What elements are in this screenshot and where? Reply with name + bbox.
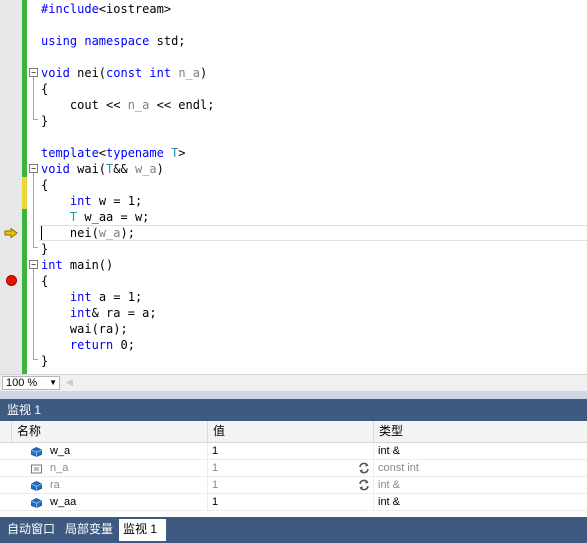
watch-row[interactable]: ra 1 int & [0,477,587,494]
zoom-value: 100 % [6,377,38,389]
column-divider [207,443,208,459]
tab-locals[interactable]: 局部变量 [61,519,118,541]
refresh-icon[interactable] [358,462,370,474]
column-divider [207,494,208,510]
column-header-name[interactable]: 名称 [11,421,207,442]
indicator-margin[interactable] [0,0,22,374]
chevron-down-icon: ▼ [49,378,57,387]
watch-name[interactable]: n_a [50,460,68,476]
fold-line [33,173,34,247]
breakpoint-icon[interactable] [6,275,17,286]
scroll-left-icon[interactable]: ◀ [66,377,73,388]
zoom-dropdown[interactable]: 100 % ▼ [2,376,60,390]
text-caret [41,226,42,240]
code-line[interactable]: nei(w_a); [41,225,135,241]
code-line[interactable]: } [41,241,48,257]
code-line[interactable]: template<typename T> [41,145,186,161]
watch-value[interactable]: 1 [212,443,218,459]
collapse-toggle-wai[interactable]: − [29,164,38,173]
watch-value[interactable]: 1 [212,494,218,510]
editor-status-strip: 100 % ▼ ◀ [0,374,587,391]
fold-line [33,77,34,119]
instruction-pointer-arrow-icon [4,228,18,238]
code-line[interactable]: { [41,177,48,193]
watch-name[interactable]: w_aa [50,494,76,510]
column-divider [207,477,208,493]
column-divider [373,477,374,493]
watch-type: int & [378,445,401,457]
watch-row[interactable]: w_a 1 int & [0,443,587,460]
column-divider [373,443,374,459]
code-line[interactable]: } [41,353,48,369]
variable-icon [31,497,42,508]
watch-grid[interactable]: 名称 值 类型 w_a 1 int & n_a 1 const int ra 1 int & w_… [0,421,587,517]
watch-name[interactable]: ra [50,477,60,493]
watch-value[interactable]: 1 [212,460,218,476]
variable-icon [31,446,42,457]
column-header-type[interactable]: 类型 [373,421,587,442]
column-header-value[interactable]: 值 [207,421,373,442]
code-line[interactable]: { [41,273,48,289]
watch-row[interactable]: n_a 1 const int [0,460,587,477]
code-editor[interactable]: − − − #include<iostream> using namespace … [0,0,587,374]
tab-autos[interactable]: 自动窗口 [3,519,60,541]
code-line[interactable]: int a = 1; [41,289,142,305]
code-line[interactable]: int w = 1; [41,193,142,209]
watch-type: int & [378,496,401,508]
code-line[interactable]: void wai(T&& w_a) [41,161,164,177]
code-line[interactable]: return 0; [41,337,135,353]
code-line[interactable]: { [41,81,48,97]
refresh-icon[interactable] [358,479,370,491]
fold-line [33,269,34,359]
collapse-toggle-main[interactable]: − [29,260,38,269]
watch-panel-title[interactable]: 监视 1 [0,399,587,421]
watch-type: int & [378,479,401,491]
code-line[interactable]: int& ra = a; [41,305,157,321]
fold-end [33,359,38,360]
watch-panel: 监视 1 名称 值 类型 w_a 1 int & n_a 1 const int ra 1 in… [0,399,587,517]
watch-value[interactable]: 1 [212,477,218,493]
column-divider [207,460,208,476]
code-line[interactable]: wai(ra); [41,321,128,337]
watch-grid-header: 名称 值 类型 [0,421,587,443]
watch-row[interactable]: w_aa 1 int & [0,494,587,511]
column-divider [373,460,374,476]
tool-window-tabs: 自动窗口 局部变量 监视 1 [0,517,587,543]
column-divider [373,494,374,510]
code-line[interactable]: void nei(const int n_a) [41,65,207,81]
watch-name[interactable]: w_a [50,443,70,459]
tab-watch-1[interactable]: 监视 1 [119,519,166,541]
code-line[interactable]: #include<iostream> [41,1,171,17]
fold-end [33,119,38,120]
code-line[interactable]: cout << n_a << endl; [41,97,215,113]
panel-splitter[interactable] [0,391,587,399]
code-line[interactable]: int main() [41,257,113,273]
code-line[interactable]: T w_aa = w; [41,209,149,225]
variable-icon [31,480,42,491]
collapse-toggle-nei[interactable]: − [29,68,38,77]
watch-type: const int [378,462,419,474]
code-line[interactable]: } [41,113,48,129]
constant-icon [31,463,42,474]
code-line[interactable]: using namespace std; [41,33,186,49]
fold-end [33,247,38,248]
